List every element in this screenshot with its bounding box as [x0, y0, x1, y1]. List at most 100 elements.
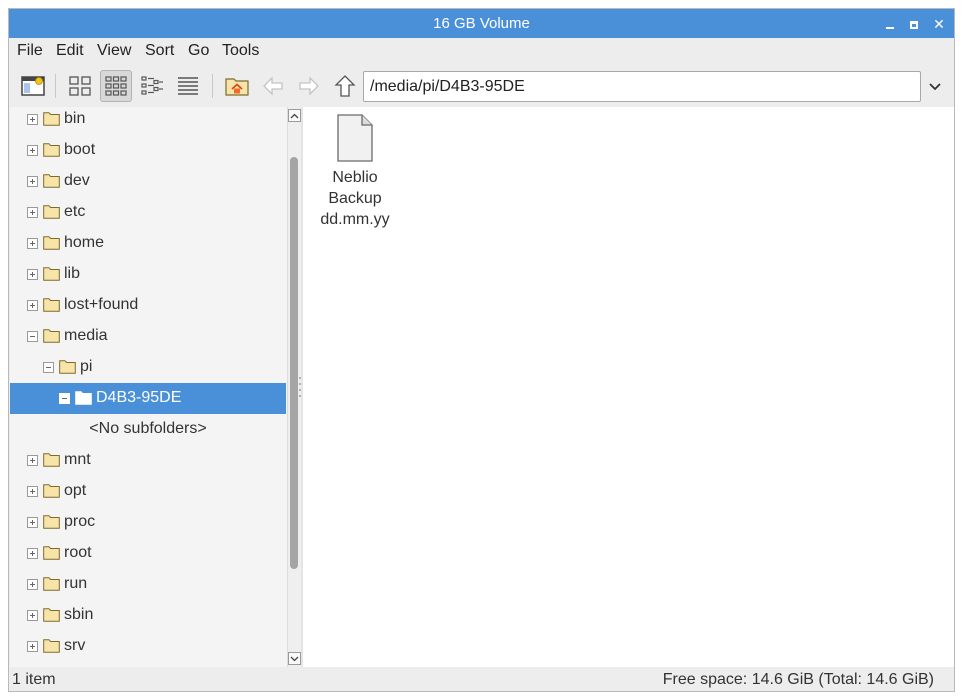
expand-icon[interactable] [27, 517, 38, 528]
tree-item[interactable]: home [10, 228, 286, 259]
tree-item-label: opt [64, 482, 87, 499]
tree-item[interactable]: boot [10, 135, 286, 166]
menu-go[interactable]: Go [188, 42, 209, 60]
collapse-icon[interactable] [59, 393, 70, 404]
menu-file[interactable]: File [17, 42, 43, 60]
status-bar: 1 item Free space: 14.6 GiB (Total: 14.6… [9, 667, 954, 691]
back-arrow-icon [263, 76, 283, 96]
folder-icon [75, 391, 92, 405]
tree-item[interactable]: sbin [10, 600, 286, 631]
tree-item-label: srv [64, 637, 86, 654]
expand-icon[interactable] [27, 176, 38, 187]
collapse-icon[interactable] [43, 362, 54, 373]
tree-item[interactable]: etc [10, 197, 286, 228]
folder-icon [43, 515, 60, 529]
new-window-icon [21, 76, 45, 96]
tree-item[interactable]: mnt [10, 445, 286, 476]
up-arrow-icon [334, 75, 356, 97]
compact-view-button[interactable] [136, 70, 168, 102]
file-item[interactable]: Neblio Backup dd.mm.yy [315, 113, 395, 230]
tree-item-label: run [64, 575, 88, 592]
menu-edit[interactable]: Edit [56, 42, 84, 60]
tree-item-label: root [64, 544, 92, 561]
file-name-line: Neblio [332, 169, 378, 186]
tree-item[interactable]: <No subfolders> [10, 414, 286, 445]
menu-bar: File Edit View Sort Go Tools [9, 38, 954, 65]
scroll-up-button[interactable] [288, 109, 301, 122]
tree-item[interactable]: D4B3-95DE [10, 383, 286, 414]
directory-tree[interactable]: bin boot dev etc home lib lost+found media pi D4B… [10, 107, 287, 667]
tree-item[interactable]: run [10, 569, 286, 600]
tree-item[interactable]: opt [10, 476, 286, 507]
tree-item[interactable]: media [10, 321, 286, 352]
menu-tools[interactable]: Tools [222, 42, 259, 60]
chevron-down-icon [929, 83, 941, 91]
tree-item-label: lib [64, 265, 81, 282]
folder-icon [43, 298, 60, 312]
item-count: 1 item [12, 671, 56, 688]
up-button[interactable] [329, 70, 361, 102]
window-title: 16 GB Volume [433, 15, 530, 32]
file-manager-window: 16 GB Volume ✕ File Edit View Sort Go To… [8, 8, 955, 692]
minimize-button[interactable] [880, 14, 900, 34]
forward-button[interactable] [293, 70, 325, 102]
expand-icon[interactable] [27, 579, 38, 590]
folder-icon [43, 329, 60, 343]
expand-icon[interactable] [27, 238, 38, 249]
icon-view-icon [69, 76, 91, 96]
folder-icon [43, 174, 60, 188]
arrow-up-icon [290, 113, 299, 118]
tree-item[interactable]: bin [10, 107, 286, 135]
toolbar [9, 65, 954, 107]
tree-item-label: dev [64, 172, 90, 189]
file-name-line: dd.mm.yy [320, 211, 390, 228]
path-history-dropdown[interactable] [925, 77, 945, 97]
back-button[interactable] [257, 70, 289, 102]
home-button[interactable] [221, 70, 253, 102]
thumbnail-view-button[interactable] [100, 70, 132, 102]
tree-item[interactable]: srv [10, 631, 286, 662]
title-bar[interactable]: 16 GB Volume ✕ [9, 9, 954, 38]
icon-view-button[interactable] [64, 70, 96, 102]
generic-file-icon [337, 114, 373, 162]
folder-icon [59, 360, 76, 374]
expand-icon[interactable] [27, 455, 38, 466]
close-button[interactable]: ✕ [929, 14, 949, 34]
thumbnail-view-icon [105, 76, 127, 96]
tree-item[interactable]: pi [10, 352, 286, 383]
path-input[interactable] [363, 71, 921, 102]
expand-icon[interactable] [27, 486, 38, 497]
scroll-down-button[interactable] [288, 652, 301, 665]
expand-icon[interactable] [27, 641, 38, 652]
menu-sort[interactable]: Sort [145, 42, 174, 60]
expand-icon[interactable] [27, 300, 38, 311]
detailed-list-view-button[interactable] [172, 70, 204, 102]
scroll-thumb[interactable] [290, 157, 298, 569]
tree-item[interactable]: root [10, 538, 286, 569]
menu-view[interactable]: View [97, 42, 131, 60]
maximize-button[interactable] [904, 14, 924, 34]
folder-icon [43, 546, 60, 560]
tree-item[interactable]: lib [10, 259, 286, 290]
tree-item-label: pi [80, 358, 93, 375]
tree-item[interactable]: lost+found [10, 290, 286, 321]
free-space: Free space: 14.6 GiB (Total: 14.6 GiB) [662, 671, 934, 688]
tree-item[interactable]: proc [10, 507, 286, 538]
file-view[interactable]: Neblio Backup dd.mm.yy [303, 107, 954, 667]
new-window-button[interactable] [17, 70, 49, 102]
expand-icon[interactable] [27, 145, 38, 156]
folder-icon [43, 205, 60, 219]
forward-arrow-icon [299, 76, 319, 96]
tree-item[interactable]: dev [10, 166, 286, 197]
tree-item-label: <No subfolders> [89, 420, 207, 437]
collapse-icon[interactable] [27, 331, 38, 342]
folder-icon [43, 143, 60, 157]
expand-icon[interactable] [27, 548, 38, 559]
close-icon: ✕ [933, 16, 945, 32]
folder-icon [43, 267, 60, 281]
expand-icon[interactable] [27, 269, 38, 280]
expand-icon[interactable] [27, 207, 38, 218]
tree-item-label: lost+found [64, 296, 139, 313]
expand-icon[interactable] [27, 114, 38, 125]
expand-icon[interactable] [27, 610, 38, 621]
